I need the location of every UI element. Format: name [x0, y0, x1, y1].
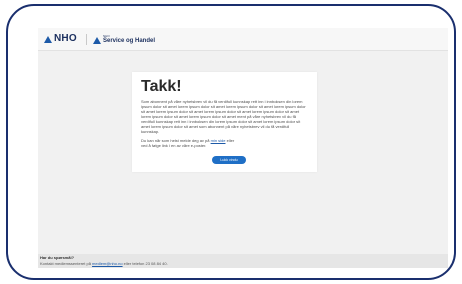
footer-contact-before: Kontakt medlemssenteret på — [40, 261, 93, 266]
logo-divider — [86, 34, 87, 45]
nho-logo[interactable]: NHO — [44, 34, 77, 44]
nho-logo-text: NHO — [54, 33, 77, 44]
site-footer: Har du spørsmål? Kontakt medlemssenteret… — [38, 254, 448, 268]
page-viewport: NHO NHO Service og Handel Takk! Som abon… — [38, 28, 448, 268]
page-title: Takk! — [141, 78, 182, 95]
site-header: NHO NHO Service og Handel — [38, 28, 448, 51]
nho-logo-icon — [44, 35, 52, 43]
footer-contact-after: eller telefon 23 08 84 40. — [122, 261, 168, 266]
close-window-button[interactable]: Lukk vindu — [212, 156, 246, 164]
device-frame: NHO NHO Service og Handel Takk! Som abon… — [6, 4, 456, 280]
thank-you-card: Takk! Som abonnent på våre nyhetsbrev vi… — [132, 72, 317, 172]
my-page-link[interactable]: min side — [211, 138, 226, 143]
service-og-handel-logo[interactable]: NHO Service og Handel — [93, 33, 155, 45]
footer-contact: Kontakt medlemssenteret på medlem@nho.no… — [40, 261, 168, 266]
service-og-handel-logo-icon — [93, 37, 101, 44]
service-og-handel-logo-text: Service og Handel — [103, 38, 156, 44]
footer-email-link[interactable]: medlem@nho.no — [92, 261, 123, 266]
footer-question: Har du spørsmål? — [40, 255, 75, 260]
unsubscribe-paragraph: Du kan når som helst melde deg av på min… — [141, 138, 308, 148]
subscription-paragraph: Som abonnent på våre nyhetsbrev vil du f… — [141, 99, 306, 134]
unsubscribe-text-after: eller — [225, 138, 235, 143]
unsubscribe-text-line2: ved å følge link i en av våre e-poster. — [141, 143, 207, 148]
